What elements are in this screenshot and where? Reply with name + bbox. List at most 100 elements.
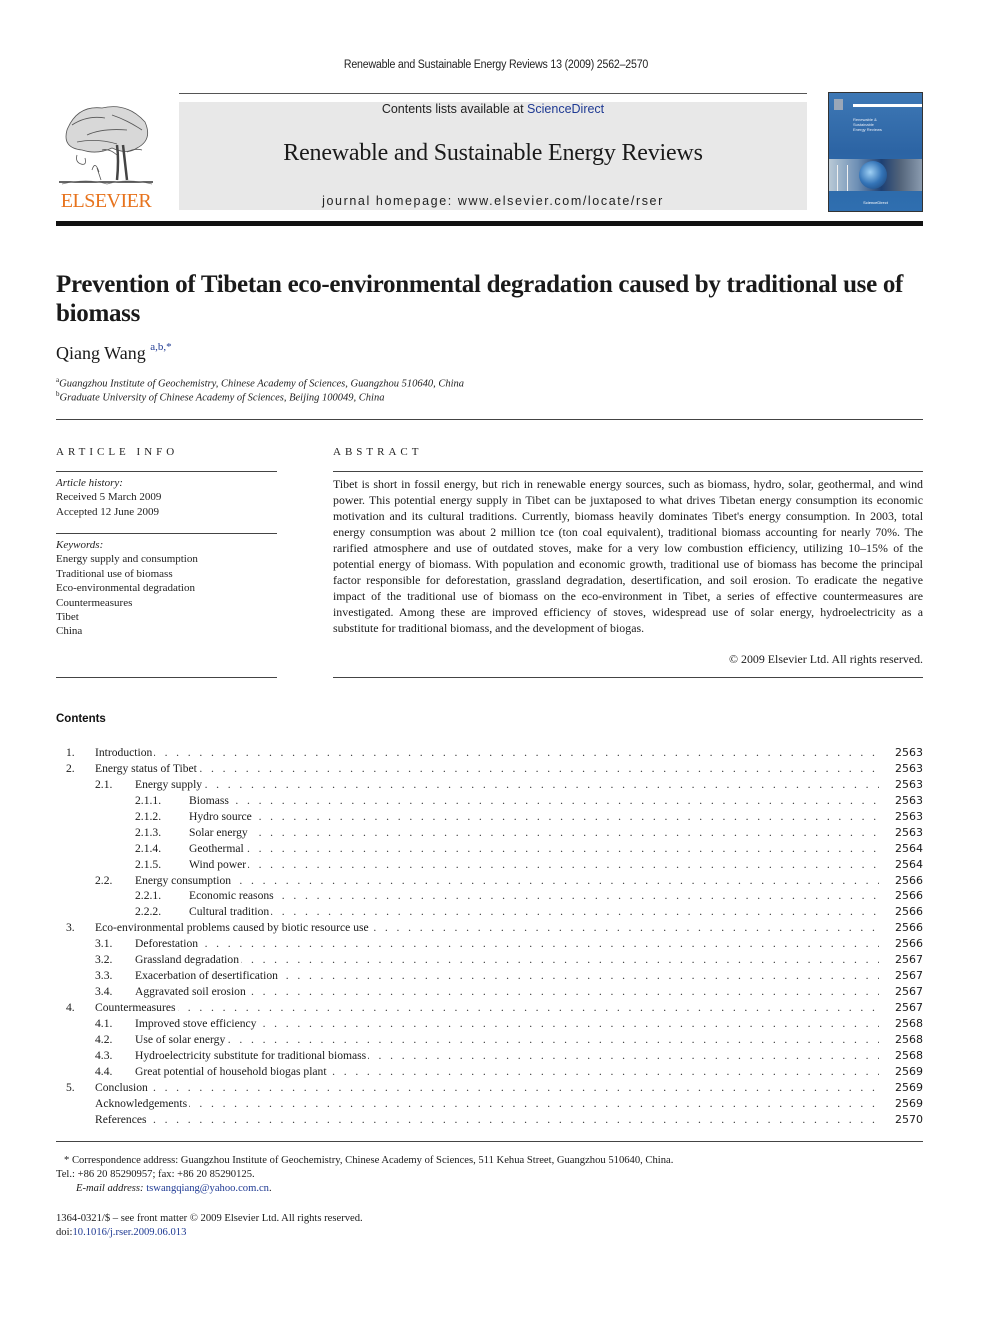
- elsevier-logo[interactable]: ELSEVIER: [55, 100, 157, 212]
- journal-homepage-link[interactable]: journal homepage: www.elsevier.com/locat…: [179, 194, 807, 208]
- toc-entry[interactable]: 4. . . . . . . . . . . . . . . . . . . . …: [56, 1000, 923, 1016]
- toc-entry-label-wrap: . . . . . . . . . . . . . . . . . . . . …: [135, 936, 879, 952]
- toc-entry[interactable]: 2.2.2. . . . . . . . . . . . . . . . . . …: [56, 904, 923, 920]
- toc-entry-number: 2.2.1.: [135, 889, 162, 903]
- toc-entry-label[interactable]: Biomass: [189, 793, 231, 807]
- keyword: Countermeasures: [56, 596, 133, 609]
- toc-entry-page: 2567: [895, 985, 923, 999]
- correspondence-footnote: * Correspondence address: Guangzhou Inst…: [64, 1155, 674, 1166]
- toc-entry-label-wrap: . . . . . . . . . . . . . . . . . . . . …: [135, 1048, 879, 1064]
- toc-entry-label[interactable]: Solar energy: [189, 825, 250, 839]
- toc-entry-page: 2568: [895, 1016, 923, 1030]
- toc-entry-label[interactable]: Use of solar energy: [135, 1032, 228, 1046]
- toc-entry[interactable]: . . . . . . . . . . . . . . . . . . . . …: [56, 1096, 923, 1112]
- journal-title[interactable]: Renewable and Sustainable Energy Reviews: [179, 140, 807, 167]
- toc-entry-label[interactable]: Improved stove efficiency: [135, 1016, 259, 1030]
- toc-entry-number: 4.2.: [95, 1032, 113, 1046]
- toc-entry-number: 4.: [66, 1001, 75, 1014]
- toc-entry-label[interactable]: Great potential of household biogas plan…: [135, 1064, 329, 1078]
- toc-entry-label[interactable]: Energy consumption: [135, 873, 234, 887]
- toc-entry[interactable]: 2.2.1. . . . . . . . . . . . . . . . . . …: [56, 888, 923, 904]
- toc-entry[interactable]: 2.1.2. . . . . . . . . . . . . . . . . . …: [56, 809, 923, 825]
- toc-entry[interactable]: 5. . . . . . . . . . . . . . . . . . . . …: [56, 1080, 923, 1096]
- toc-entry[interactable]: 2.1.1. . . . . . . . . . . . . . . . . . …: [56, 793, 923, 809]
- abstract-copyright: © 2009 Elsevier Ltd. All rights reserved…: [729, 652, 923, 666]
- toc-entry[interactable]: 3. . . . . . . . . . . . . . . . . . . . …: [56, 920, 923, 936]
- journal-cover-thumbnail[interactable]: Renewable & Sustainable Energy Reviews S…: [828, 92, 923, 212]
- toc-entry-page: 2569: [895, 1080, 923, 1094]
- toc-entry-label-wrap: . . . . . . . . . . . . . . . . . . . . …: [95, 1112, 879, 1128]
- toc-entry[interactable]: 3.2. . . . . . . . . . . . . . . . . . . …: [56, 952, 923, 968]
- abstract-bottom-rule: [333, 677, 923, 678]
- toc-dot-leader: . . . . . . . . . . . . . . . . . . . . …: [135, 953, 879, 967]
- toc-entry-label[interactable]: Hydro source: [189, 809, 254, 823]
- contents-available-line: Contents lists available at ScienceDirec…: [179, 102, 807, 116]
- toc-entry-page: 2566: [895, 889, 923, 903]
- keyword: Tibet: [56, 611, 79, 624]
- elsevier-wordmark: ELSEVIER: [60, 190, 152, 212]
- toc-entry-label-wrap: . . . . . . . . . . . . . . . . . . . . …: [135, 968, 879, 984]
- author-name: Qiang Wang: [56, 343, 146, 363]
- email-link[interactable]: tswangqiang@yahoo.com.cn: [146, 1183, 269, 1194]
- toc-entry-label-wrap: . . . . . . . . . . . . . . . . . . . . …: [189, 809, 879, 825]
- toc-entry[interactable]: 1. . . . . . . . . . . . . . . . . . . . …: [56, 745, 923, 761]
- toc-entry[interactable]: 2.1.3. . . . . . . . . . . . . . . . . . …: [56, 825, 923, 841]
- header-divider: [56, 221, 923, 226]
- toc-entry-number: 2.1.2.: [135, 809, 162, 823]
- toc-entry-label[interactable]: Energy status of Tibet: [95, 761, 199, 775]
- doi-link[interactable]: 10.1016/j.rser.2009.06.013: [72, 1227, 186, 1238]
- toc-entry-label[interactable]: Energy supply: [135, 777, 205, 791]
- toc-entry-label[interactable]: Hydroelectricity substitute for traditio…: [135, 1048, 369, 1062]
- toc-entry[interactable]: 2.1. . . . . . . . . . . . . . . . . . . …: [56, 777, 923, 793]
- toc-entry[interactable]: 2.1.4. . . . . . . . . . . . . . . . . . …: [56, 841, 923, 857]
- cover-image: [829, 159, 922, 191]
- section-divider: [56, 419, 923, 420]
- toc-entry[interactable]: 3.4. . . . . . . . . . . . . . . . . . . …: [56, 984, 923, 1000]
- toc-entry-label[interactable]: Acknowledgements: [95, 1096, 190, 1110]
- toc-entry-label-wrap: . . . . . . . . . . . . . . . . . . . . …: [95, 1000, 879, 1016]
- footnote-rule: [56, 1141, 923, 1142]
- toc-entry-page: 2566: [895, 921, 923, 935]
- toc-dot-leader: . . . . . . . . . . . . . . . . . . . . …: [95, 761, 879, 775]
- toc-entry-label[interactable]: Countermeasures: [95, 1001, 178, 1014]
- toc-entry-label[interactable]: Economic reasons: [189, 889, 276, 903]
- toc-entry-number: 3.1.: [95, 937, 113, 951]
- received-date: Received 5 March 2009: [56, 491, 162, 504]
- cover-publisher-icon: [834, 99, 843, 110]
- toc-entry[interactable]: 4.3. . . . . . . . . . . . . . . . . . . …: [56, 1048, 923, 1064]
- toc-dot-leader: . . . . . . . . . . . . . . . . . . . . …: [189, 841, 879, 855]
- toc-entry[interactable]: 3.3. . . . . . . . . . . . . . . . . . . …: [56, 968, 923, 984]
- toc-entry-label[interactable]: Conclusion: [95, 1080, 150, 1094]
- toc-entry-number: 4.3.: [95, 1048, 113, 1062]
- toc-entry-page: 2568: [895, 1032, 923, 1046]
- toc-entry[interactable]: 4.4. . . . . . . . . . . . . . . . . . . …: [56, 1064, 923, 1080]
- sciencedirect-link[interactable]: ScienceDirect: [527, 102, 604, 116]
- toc-entry-label[interactable]: Exacerbation of desertification: [135, 969, 280, 983]
- toc-entry-page: 2563: [895, 761, 923, 775]
- toc-entry[interactable]: 4.1. . . . . . . . . . . . . . . . . . . …: [56, 1016, 923, 1032]
- toc-entry-label[interactable]: Geothermal: [189, 841, 246, 855]
- toc-entry[interactable]: 3.1. . . . . . . . . . . . . . . . . . . …: [56, 936, 923, 952]
- toc-entry-page: 2567: [895, 1001, 923, 1014]
- toc-entry[interactable]: . . . . . . . . . . . . . . . . . . . . …: [56, 1112, 923, 1128]
- toc-entry-label[interactable]: References: [95, 1112, 149, 1126]
- abstract-text: Tibet is short in fossil energy, but ric…: [333, 477, 923, 635]
- toc-entry[interactable]: 2. . . . . . . . . . . . . . . . . . . . …: [56, 761, 923, 777]
- toc-entry-label[interactable]: Eco-environmental problems caused by bio…: [95, 921, 371, 935]
- toc-entry-label[interactable]: Aggravated soil erosion: [135, 985, 248, 999]
- toc-entry-label[interactable]: Grassland degradation: [135, 953, 241, 967]
- toc-entry[interactable]: 2.1.5. . . . . . . . . . . . . . . . . . …: [56, 857, 923, 873]
- toc-entry-label[interactable]: Cultural tradition: [189, 905, 272, 919]
- toc-entry[interactable]: 4.2. . . . . . . . . . . . . . . . . . . …: [56, 1032, 923, 1048]
- author-affiliation-marks[interactable]: a,b,*: [150, 341, 171, 353]
- toc-entry-label-wrap: . . . . . . . . . . . . . . . . . . . . …: [135, 1064, 879, 1080]
- toc-entry-number: 3.4.: [95, 985, 113, 999]
- toc-entry-label[interactable]: Introduction: [95, 746, 155, 759]
- abstract-heading: ABSTRACT: [333, 446, 423, 458]
- elsevier-tree-icon: [59, 106, 153, 185]
- toc-entry-label[interactable]: Wind power: [189, 857, 249, 871]
- toc-entry-number: 1.: [66, 746, 75, 759]
- toc-entry[interactable]: 2.2. . . . . . . . . . . . . . . . . . . …: [56, 873, 923, 889]
- toc-entry-label[interactable]: Deforestation: [135, 937, 201, 951]
- keyword: Traditional use of biomass: [56, 567, 173, 580]
